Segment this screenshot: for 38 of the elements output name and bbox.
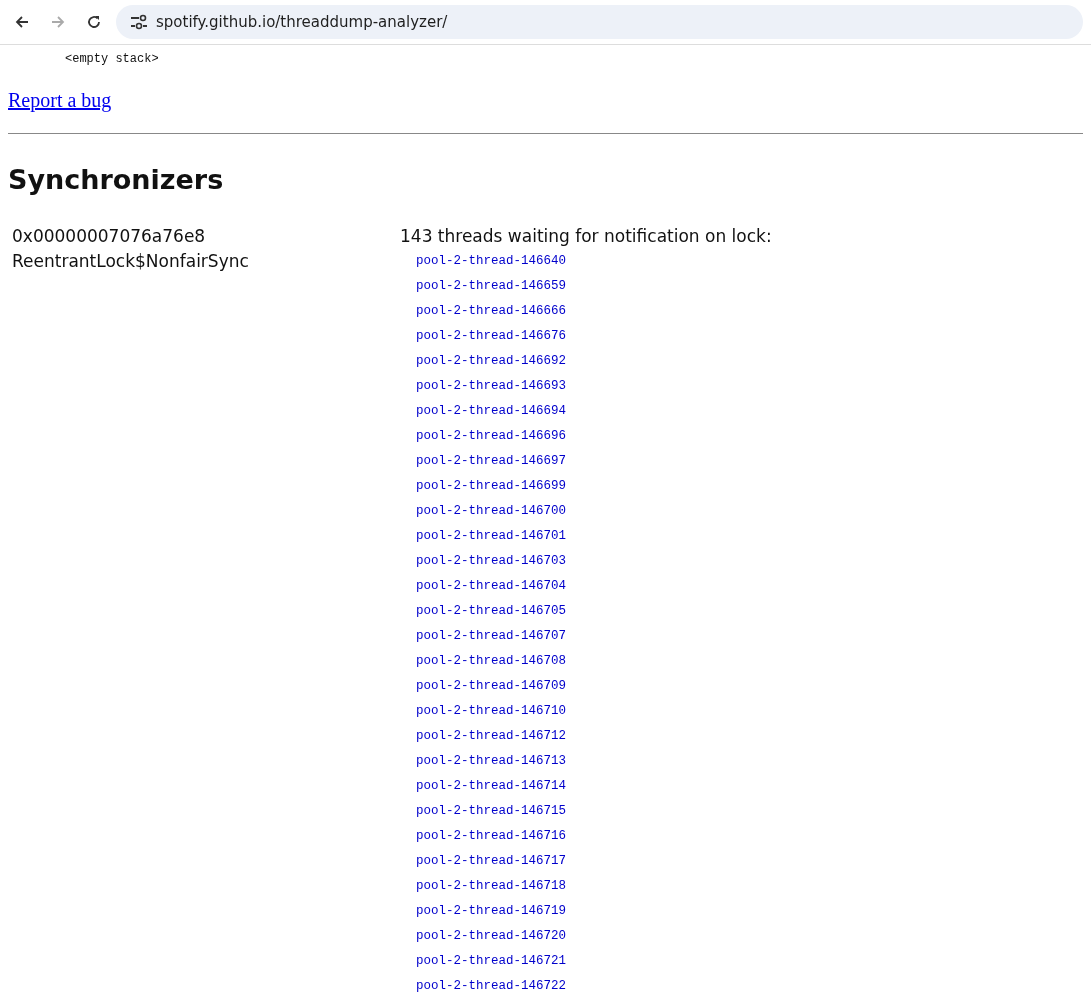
- thread-link[interactable]: pool-2-thread-146697: [416, 449, 567, 475]
- thread-link[interactable]: pool-2-thread-146722: [416, 974, 567, 992]
- thread-link[interactable]: pool-2-thread-146709: [416, 674, 567, 700]
- lock-address: 0x00000007076a76e8: [12, 225, 207, 249]
- thread-link[interactable]: pool-2-thread-146707: [416, 624, 567, 650]
- thread-link[interactable]: pool-2-thread-146715: [416, 799, 567, 825]
- thread-link[interactable]: pool-2-thread-146705: [416, 599, 567, 625]
- thread-link[interactable]: pool-2-thread-146704: [416, 574, 567, 600]
- address-bar[interactable]: spotify.github.io/threaddump-analyzer/: [116, 5, 1083, 39]
- thread-link[interactable]: pool-2-thread-146666: [416, 299, 567, 325]
- site-settings-icon[interactable]: [130, 14, 148, 30]
- thread-link[interactable]: pool-2-thread-146693: [416, 374, 567, 400]
- thread-link[interactable]: pool-2-thread-146640: [416, 249, 567, 275]
- report-bug-link[interactable]: Report a bug: [8, 89, 112, 111]
- thread-link[interactable]: pool-2-thread-146694: [416, 399, 567, 425]
- thread-link[interactable]: pool-2-thread-146699: [416, 474, 567, 500]
- thread-link[interactable]: pool-2-thread-146718: [416, 874, 567, 900]
- thread-link[interactable]: pool-2-thread-146703: [416, 549, 567, 575]
- thread-link[interactable]: pool-2-thread-146712: [416, 724, 567, 750]
- thread-link[interactable]: pool-2-thread-146717: [416, 849, 567, 875]
- thread-link[interactable]: pool-2-thread-146708: [416, 649, 567, 675]
- thread-link[interactable]: pool-2-thread-146720: [416, 924, 567, 950]
- thread-link[interactable]: pool-2-thread-146692: [416, 349, 567, 375]
- section-heading: Synchronizers: [8, 164, 225, 197]
- thread-link[interactable]: pool-2-thread-146710: [416, 699, 567, 725]
- thread-link[interactable]: pool-2-thread-146696: [416, 424, 567, 450]
- thread-link[interactable]: pool-2-thread-146716: [416, 824, 567, 850]
- thread-link[interactable]: pool-2-thread-146721: [416, 949, 567, 975]
- thread-link[interactable]: pool-2-thread-146714: [416, 774, 567, 800]
- thread-link[interactable]: pool-2-thread-146713: [416, 749, 567, 775]
- lock-class: ReentrantLock$NonfairSync: [12, 250, 250, 274]
- thread-link[interactable]: pool-2-thread-146701: [416, 524, 567, 550]
- stack-text: <empty stack>: [65, 51, 159, 67]
- thread-link[interactable]: pool-2-thread-146700: [416, 499, 567, 525]
- thread-link[interactable]: pool-2-thread-146719: [416, 899, 567, 925]
- thread-link[interactable]: pool-2-thread-146676: [416, 324, 567, 350]
- thread-link[interactable]: pool-2-thread-146659: [416, 274, 567, 300]
- waiting-title: 143 threads waiting for notification on lock:: [400, 225, 772, 249]
